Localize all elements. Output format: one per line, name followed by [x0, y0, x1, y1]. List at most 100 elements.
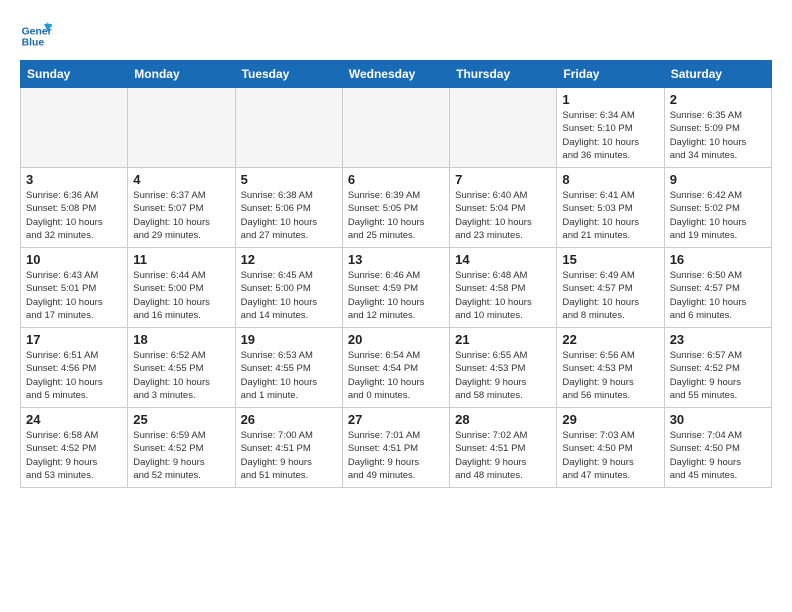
day-info: Sunrise: 6:45 AM Sunset: 5:00 PM Dayligh…	[241, 269, 337, 322]
day-cell: 28Sunrise: 7:02 AM Sunset: 4:51 PM Dayli…	[450, 408, 557, 488]
day-number: 13	[348, 252, 444, 267]
day-info: Sunrise: 6:41 AM Sunset: 5:03 PM Dayligh…	[562, 189, 658, 242]
day-info: Sunrise: 6:34 AM Sunset: 5:10 PM Dayligh…	[562, 109, 658, 162]
day-cell	[235, 88, 342, 168]
day-number: 23	[670, 332, 766, 347]
day-number: 21	[455, 332, 551, 347]
day-info: Sunrise: 6:56 AM Sunset: 4:53 PM Dayligh…	[562, 349, 658, 402]
day-number: 30	[670, 412, 766, 427]
day-cell	[342, 88, 449, 168]
day-info: Sunrise: 6:49 AM Sunset: 4:57 PM Dayligh…	[562, 269, 658, 322]
day-info: Sunrise: 6:53 AM Sunset: 4:55 PM Dayligh…	[241, 349, 337, 402]
day-cell: 2 Sunrise: 6:35 AM Sunset: 5:09 PM Daylig…	[664, 88, 771, 168]
day-number: 19	[241, 332, 337, 347]
day-cell: 18Sunrise: 6:52 AM Sunset: 4:55 PM Dayli…	[128, 328, 235, 408]
day-number: 17	[26, 332, 122, 347]
svg-text:Blue: Blue	[22, 38, 45, 49]
day-info: Sunrise: 6:43 AM Sunset: 5:01 PM Dayligh…	[26, 269, 122, 322]
col-header-wednesday: Wednesday	[342, 61, 449, 88]
logo-icon: General Blue	[20, 20, 52, 52]
day-number: 9	[670, 172, 766, 187]
day-cell: 17 Sunrise: 6:51 AM Sunset: 4:56 PM Dayli…	[21, 328, 128, 408]
day-info: Sunrise: 6:40 AM Sunset: 5:04 PM Dayligh…	[455, 189, 551, 242]
calendar-table: SundayMondayTuesdayWednesdayThursdayFrid…	[20, 60, 772, 488]
day-cell: 23 Sunrise: 6:57 AM Sunset: 4:52 PM Dayli…	[664, 328, 771, 408]
day-number: 24	[26, 412, 122, 427]
page: General Blue SundayMondayTuesdayWednesda…	[0, 0, 792, 498]
col-header-saturday: Saturday	[664, 61, 771, 88]
day-cell: 16 Sunrise: 6:50 AM Sunset: 4:57 PM Dayli…	[664, 248, 771, 328]
day-cell: 11Sunrise: 6:44 AM Sunset: 5:00 PM Dayli…	[128, 248, 235, 328]
day-cell: 7 Sunrise: 6:40 AM Sunset: 5:04 PM Daylig…	[450, 168, 557, 248]
day-cell	[128, 88, 235, 168]
day-info: Sunrise: 6:35 AM Sunset: 5:09 PM Dayligh…	[670, 109, 766, 162]
day-cell	[450, 88, 557, 168]
logo: General Blue	[20, 20, 56, 52]
day-cell: 25 Sunrise: 6:59 AM Sunset: 4:52 PM Dayli…	[128, 408, 235, 488]
day-number: 1	[562, 92, 658, 107]
day-info: Sunrise: 6:58 AM Sunset: 4:52 PM Dayligh…	[26, 429, 122, 482]
header: General Blue	[20, 20, 772, 52]
day-number: 22	[562, 332, 658, 347]
day-info: Sunrise: 6:50 AM Sunset: 4:57 PM Dayligh…	[670, 269, 766, 322]
day-cell: 8 Sunrise: 6:41 AM Sunset: 5:03 PM Daylig…	[557, 168, 664, 248]
day-info: Sunrise: 6:36 AM Sunset: 5:08 PM Dayligh…	[26, 189, 122, 242]
day-cell: 5Sunrise: 6:38 AM Sunset: 5:06 PM Daylig…	[235, 168, 342, 248]
day-info: Sunrise: 7:02 AM Sunset: 4:51 PM Dayligh…	[455, 429, 551, 482]
day-number: 25	[133, 412, 229, 427]
day-info: Sunrise: 6:42 AM Sunset: 5:02 PM Dayligh…	[670, 189, 766, 242]
week-row-4: 17 Sunrise: 6:51 AM Sunset: 4:56 PM Dayli…	[21, 328, 772, 408]
day-cell: 15 Sunrise: 6:49 AM Sunset: 4:57 PM Dayli…	[557, 248, 664, 328]
day-number: 6	[348, 172, 444, 187]
day-cell: 30 Sunrise: 7:04 AM Sunset: 4:50 PM Dayli…	[664, 408, 771, 488]
day-info: Sunrise: 6:54 AM Sunset: 4:54 PM Dayligh…	[348, 349, 444, 402]
week-row-5: 24 Sunrise: 6:58 AM Sunset: 4:52 PM Dayli…	[21, 408, 772, 488]
day-cell: 14Sunrise: 6:48 AM Sunset: 4:58 PM Dayli…	[450, 248, 557, 328]
day-info: Sunrise: 6:44 AM Sunset: 5:00 PM Dayligh…	[133, 269, 229, 322]
day-info: Sunrise: 6:46 AM Sunset: 4:59 PM Dayligh…	[348, 269, 444, 322]
day-number: 14	[455, 252, 551, 267]
day-cell: 22 Sunrise: 6:56 AM Sunset: 4:53 PM Dayli…	[557, 328, 664, 408]
day-info: Sunrise: 7:01 AM Sunset: 4:51 PM Dayligh…	[348, 429, 444, 482]
day-cell: 26 Sunrise: 7:00 AM Sunset: 4:51 PM Dayli…	[235, 408, 342, 488]
day-info: Sunrise: 6:59 AM Sunset: 4:52 PM Dayligh…	[133, 429, 229, 482]
day-info: Sunrise: 6:39 AM Sunset: 5:05 PM Dayligh…	[348, 189, 444, 242]
col-header-sunday: Sunday	[21, 61, 128, 88]
day-number: 2	[670, 92, 766, 107]
day-number: 20	[348, 332, 444, 347]
day-cell: 20 Sunrise: 6:54 AM Sunset: 4:54 PM Dayli…	[342, 328, 449, 408]
day-cell: 27 Sunrise: 7:01 AM Sunset: 4:51 PM Dayli…	[342, 408, 449, 488]
day-info: Sunrise: 6:57 AM Sunset: 4:52 PM Dayligh…	[670, 349, 766, 402]
day-info: Sunrise: 7:04 AM Sunset: 4:50 PM Dayligh…	[670, 429, 766, 482]
day-cell: 12 Sunrise: 6:45 AM Sunset: 5:00 PM Dayli…	[235, 248, 342, 328]
day-info: Sunrise: 7:03 AM Sunset: 4:50 PM Dayligh…	[562, 429, 658, 482]
day-number: 8	[562, 172, 658, 187]
day-info: Sunrise: 6:55 AM Sunset: 4:53 PM Dayligh…	[455, 349, 551, 402]
calendar-header-row: SundayMondayTuesdayWednesdayThursdayFrid…	[21, 61, 772, 88]
day-cell: 10 Sunrise: 6:43 AM Sunset: 5:01 PM Dayli…	[21, 248, 128, 328]
day-number: 15	[562, 252, 658, 267]
col-header-thursday: Thursday	[450, 61, 557, 88]
day-number: 16	[670, 252, 766, 267]
col-header-friday: Friday	[557, 61, 664, 88]
day-number: 27	[348, 412, 444, 427]
day-info: Sunrise: 7:00 AM Sunset: 4:51 PM Dayligh…	[241, 429, 337, 482]
day-cell: 19 Sunrise: 6:53 AM Sunset: 4:55 PM Dayli…	[235, 328, 342, 408]
day-cell: 29Sunrise: 7:03 AM Sunset: 4:50 PM Dayli…	[557, 408, 664, 488]
day-info: Sunrise: 6:51 AM Sunset: 4:56 PM Dayligh…	[26, 349, 122, 402]
day-cell	[21, 88, 128, 168]
day-info: Sunrise: 6:38 AM Sunset: 5:06 PM Dayligh…	[241, 189, 337, 242]
day-cell: 9 Sunrise: 6:42 AM Sunset: 5:02 PM Daylig…	[664, 168, 771, 248]
week-row-3: 10 Sunrise: 6:43 AM Sunset: 5:01 PM Dayli…	[21, 248, 772, 328]
day-cell: 13 Sunrise: 6:46 AM Sunset: 4:59 PM Dayli…	[342, 248, 449, 328]
week-row-2: 3Sunrise: 6:36 AM Sunset: 5:08 PM Daylig…	[21, 168, 772, 248]
day-number: 7	[455, 172, 551, 187]
day-info: Sunrise: 6:52 AM Sunset: 4:55 PM Dayligh…	[133, 349, 229, 402]
day-cell: 4Sunrise: 6:37 AM Sunset: 5:07 PM Daylig…	[128, 168, 235, 248]
day-number: 10	[26, 252, 122, 267]
week-row-1: 1 Sunrise: 6:34 AM Sunset: 5:10 PM Daylig…	[21, 88, 772, 168]
day-cell: 6 Sunrise: 6:39 AM Sunset: 5:05 PM Daylig…	[342, 168, 449, 248]
day-number: 26	[241, 412, 337, 427]
day-number: 12	[241, 252, 337, 267]
day-cell: 1 Sunrise: 6:34 AM Sunset: 5:10 PM Daylig…	[557, 88, 664, 168]
